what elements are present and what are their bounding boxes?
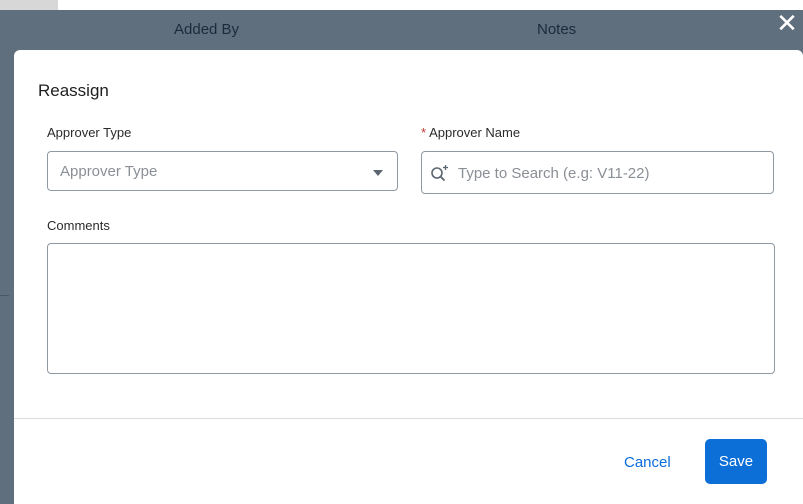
reassign-modal: Reassign Approver Type * Approver Name Ap…: [14, 50, 803, 504]
comments-label: Comments: [47, 218, 110, 233]
cancel-button[interactable]: Cancel: [624, 451, 671, 473]
background-table-header: Added By Notes: [0, 10, 803, 50]
approver-name-input[interactable]: [458, 162, 758, 184]
modal-title: Reassign: [38, 81, 109, 100]
approver-type-select[interactable]: Approver Type: [47, 151, 398, 191]
background-left-edge: [0, 50, 9, 504]
background-divider: [0, 295, 9, 296]
approver-type-label: Approver Type: [47, 125, 132, 140]
search-icon: [431, 165, 448, 181]
required-marker: *: [421, 125, 427, 140]
page-top-strip: [0, 0, 803, 10]
approver-name-search[interactable]: [421, 151, 774, 194]
chevron-down-icon: [373, 170, 383, 176]
close-icon[interactable]: ✕: [775, 11, 799, 37]
column-header-added-by: Added By: [174, 21, 240, 38]
approver-type-placeholder: Approver Type: [60, 163, 158, 180]
footer-divider: [14, 418, 803, 419]
comments-textarea[interactable]: [47, 243, 775, 374]
approver-name-label-text: Approver Name: [429, 125, 521, 140]
approver-name-label: * Approver Name: [421, 125, 520, 140]
page-top-text-fragment: [0, 0, 58, 10]
column-header-notes: Notes: [537, 21, 577, 38]
save-button[interactable]: Save: [705, 439, 767, 484]
